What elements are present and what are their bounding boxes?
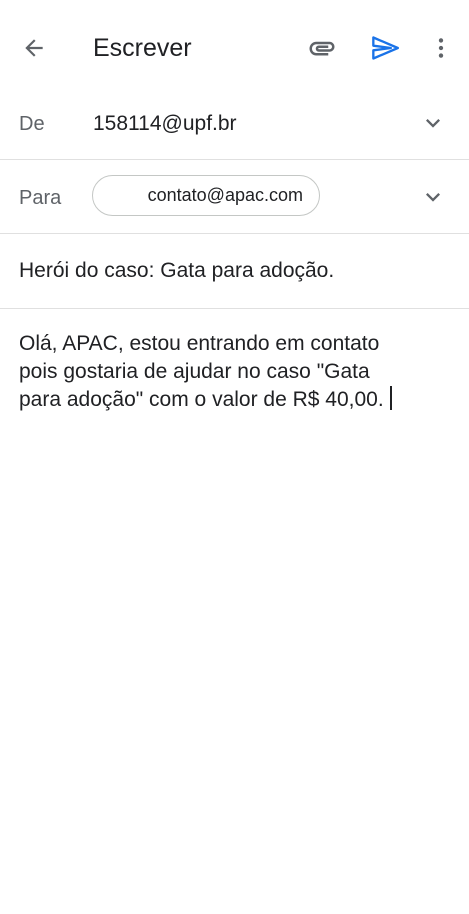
from-label: De bbox=[19, 113, 45, 135]
more-vert-icon bbox=[438, 38, 444, 58]
body-line: para adoção" com o valor de R$ 40,00. bbox=[19, 388, 384, 411]
body-line: Olá, APAC, estou entrando em contato bbox=[19, 332, 380, 355]
more-options-button[interactable] bbox=[421, 28, 461, 68]
send-button[interactable] bbox=[365, 28, 405, 68]
from-row[interactable]: De 158114@upf.br bbox=[0, 86, 469, 160]
subject-row[interactable]: Herói do caso: Gata para adoção. bbox=[0, 234, 469, 309]
to-row[interactable]: Para contato@apac.com bbox=[0, 160, 469, 234]
back-button[interactable] bbox=[14, 28, 54, 68]
recipient-chip[interactable]: contato@apac.com bbox=[92, 175, 320, 216]
paperclip-icon bbox=[309, 41, 335, 56]
attach-button[interactable] bbox=[302, 28, 342, 68]
chevron-down-icon bbox=[426, 193, 440, 202]
send-icon bbox=[372, 36, 399, 60]
text-cursor bbox=[389, 386, 392, 410]
compose-body[interactable]: Olá, APAC, estou entrando em contato poi… bbox=[19, 330, 439, 414]
body-line-last: para adoção" com o valor de R$ 40,00. bbox=[19, 386, 439, 414]
from-expand-button[interactable] bbox=[418, 108, 448, 138]
page-title: Escrever bbox=[93, 34, 192, 62]
body-line: pois gostaria de ajudar no caso "Gata bbox=[19, 360, 370, 383]
arrow-back-icon bbox=[25, 39, 43, 57]
chevron-down-icon bbox=[426, 119, 440, 128]
top-app-bar: Escrever bbox=[0, 0, 469, 96]
to-expand-button[interactable] bbox=[418, 182, 448, 212]
recipient-chip-label: contato@apac.com bbox=[147, 185, 303, 205]
from-address[interactable]: 158114@upf.br bbox=[93, 112, 237, 136]
to-label: Para bbox=[19, 187, 62, 209]
subject-field[interactable]: Herói do caso: Gata para adoção. bbox=[19, 259, 334, 283]
